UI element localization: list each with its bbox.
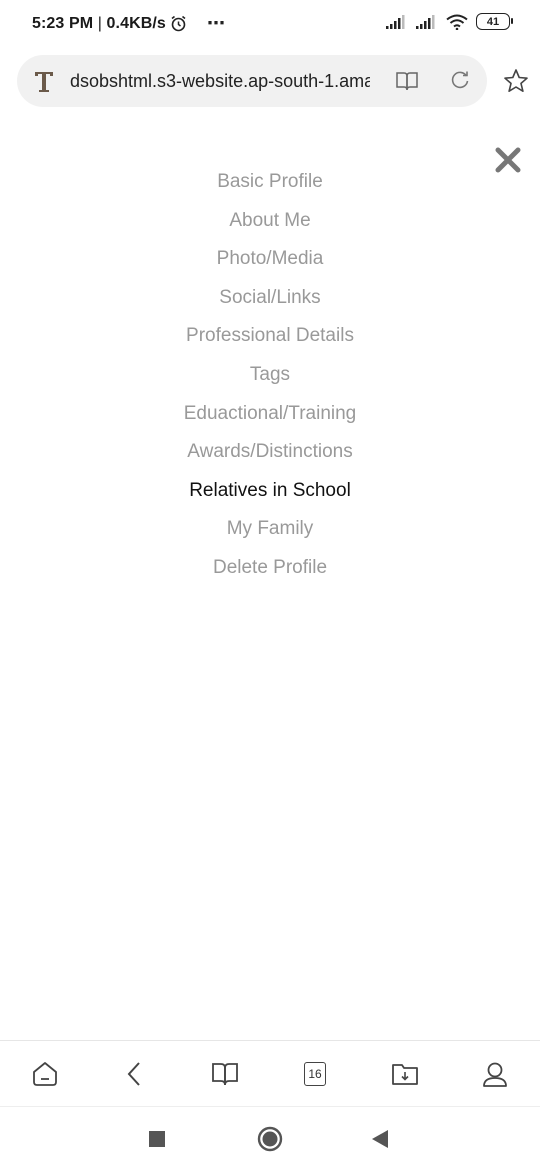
profile-button[interactable]	[478, 1057, 512, 1091]
menu-item-basic-profile[interactable]: Basic Profile	[0, 167, 540, 206]
status-icons-right: 41	[386, 13, 513, 30]
menu-item-eduactional-training[interactable]: Eduactional/Training	[0, 399, 540, 438]
status-separator: |	[93, 15, 107, 32]
signal-icon-1	[386, 14, 405, 29]
downloads-button[interactable]	[388, 1057, 422, 1091]
tabs-count: 16	[304, 1062, 326, 1086]
signal-icon-2	[416, 14, 435, 29]
menu-item-tags[interactable]: Tags	[0, 360, 540, 399]
site-favicon-icon	[35, 72, 53, 92]
book-icon	[212, 1063, 238, 1086]
menu-item-awards-distinctions[interactable]: Awards/Distinctions	[0, 437, 540, 476]
menu-item-about-me[interactable]: About Me	[0, 206, 540, 245]
menu-item-photo-media[interactable]: Photo/Media	[0, 244, 540, 283]
battery-level: 41	[486, 15, 500, 28]
recents-square-icon[interactable]	[149, 1131, 165, 1147]
menu-item-relatives-in-school[interactable]: Relatives in School	[0, 476, 540, 515]
home-button[interactable]	[28, 1057, 62, 1091]
bookmarks-button[interactable]	[208, 1057, 242, 1091]
clock-text: 5:23 PM	[32, 15, 94, 32]
menu-item-my-family[interactable]: My Family	[0, 514, 540, 553]
address-bar[interactable]: dsobshtml.s3-website.ap-south-1.amazonaw…	[17, 55, 487, 107]
back-triangle-icon[interactable]	[371, 1129, 389, 1149]
battery-indicator: 41	[476, 13, 513, 30]
download-folder-icon	[392, 1064, 418, 1085]
reader-mode-icon[interactable]	[395, 70, 419, 92]
reload-icon[interactable]	[449, 69, 471, 91]
profile-menu: Basic Profile About Me Photo/Media Social/L…	[0, 167, 540, 592]
home-circle-icon[interactable]	[257, 1126, 283, 1152]
browser-toolbar: 16	[0, 1040, 540, 1107]
tabs-button[interactable]: 16	[298, 1057, 332, 1091]
home-icon	[33, 1062, 57, 1086]
more-notifications-icon: ⋯	[207, 13, 225, 33]
bookmark-star-icon[interactable]	[503, 68, 529, 94]
network-speed: 0.4KB/s	[106, 15, 166, 32]
menu-item-delete-profile[interactable]: Delete Profile	[0, 553, 540, 592]
back-button[interactable]	[118, 1057, 152, 1091]
user-icon	[483, 1062, 507, 1087]
system-navigation-bar	[0, 1106, 540, 1171]
url-text[interactable]: dsobshtml.s3-website.ap-south-1.amazonaw…	[70, 71, 370, 92]
chevron-left-icon	[127, 1062, 140, 1086]
status-bar: 5:23 PM | 0.4KB/s ⋯ 41	[0, 0, 540, 48]
menu-item-professional-details[interactable]: Professional Details	[0, 321, 540, 360]
alarm-icon	[171, 15, 186, 32]
wifi-icon	[446, 14, 468, 30]
menu-item-social-links[interactable]: Social/Links	[0, 283, 540, 322]
status-time: 5:23 PM | 0.4KB/s	[32, 15, 166, 33]
status-icons-left: ⋯	[170, 13, 225, 34]
